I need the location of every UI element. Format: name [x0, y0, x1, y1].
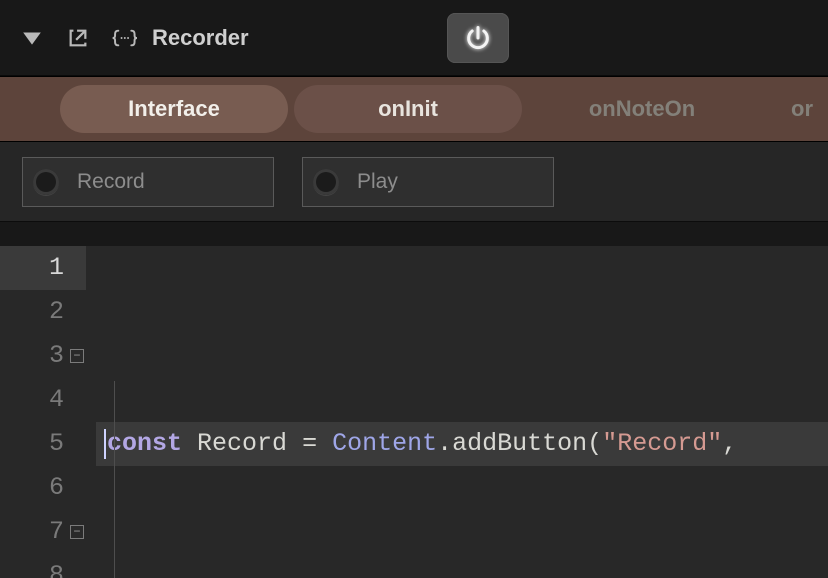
line-number: 4 [0, 378, 86, 422]
line-number: 2 [0, 290, 86, 334]
code-line[interactable]: const Record = Content.addButton("Record… [96, 422, 828, 466]
dropdown-triangle-icon[interactable] [18, 24, 46, 52]
line-number: 5 [0, 422, 86, 466]
radio-indicator-icon [313, 169, 339, 195]
open-external-icon[interactable] [64, 24, 92, 52]
code-area[interactable]: const Record = Content.addButton("Record… [96, 246, 828, 578]
caret-icon [104, 429, 106, 459]
fold-toggle-icon[interactable]: − [70, 349, 84, 363]
tab-oninit[interactable]: onInit [294, 85, 522, 133]
record-button-component[interactable]: Record [22, 157, 274, 207]
radio-indicator-icon [33, 169, 59, 195]
play-button-component[interactable]: Play [302, 157, 554, 207]
editor-spacer [0, 222, 828, 246]
button-label: Record [77, 170, 145, 194]
tab-label: or [791, 96, 813, 122]
power-button[interactable] [447, 13, 509, 63]
line-number: 8 [0, 554, 86, 578]
line-gutter: 1 2 3− 4 5 6 7− 8 [0, 246, 96, 578]
tab-interface[interactable]: Interface [60, 85, 288, 133]
line-number: 1 [0, 246, 86, 290]
ui-components-row: Record Play [0, 142, 828, 222]
tab-label: onNoteOn [589, 96, 695, 122]
tab-strip: Interface onInit onNoteOn or [0, 76, 828, 142]
line-number: 7− [0, 510, 86, 554]
fold-toggle-icon[interactable]: − [70, 525, 84, 539]
tab-label: onInit [378, 96, 438, 122]
tab-onnoteon[interactable]: onNoteOn [528, 85, 756, 133]
tab-partial[interactable]: or [762, 85, 828, 133]
top-toolbar: Recorder [0, 0, 828, 76]
tab-label: Interface [128, 96, 220, 122]
line-number: 6 [0, 466, 86, 510]
code-editor[interactable]: 1 2 3− 4 5 6 7− 8 const Record = Content… [0, 246, 828, 578]
indent-guide [114, 381, 115, 578]
module-title: Recorder [152, 25, 249, 51]
button-label: Play [357, 170, 398, 194]
line-number: 3− [0, 334, 86, 378]
braces-icon[interactable] [110, 24, 138, 52]
